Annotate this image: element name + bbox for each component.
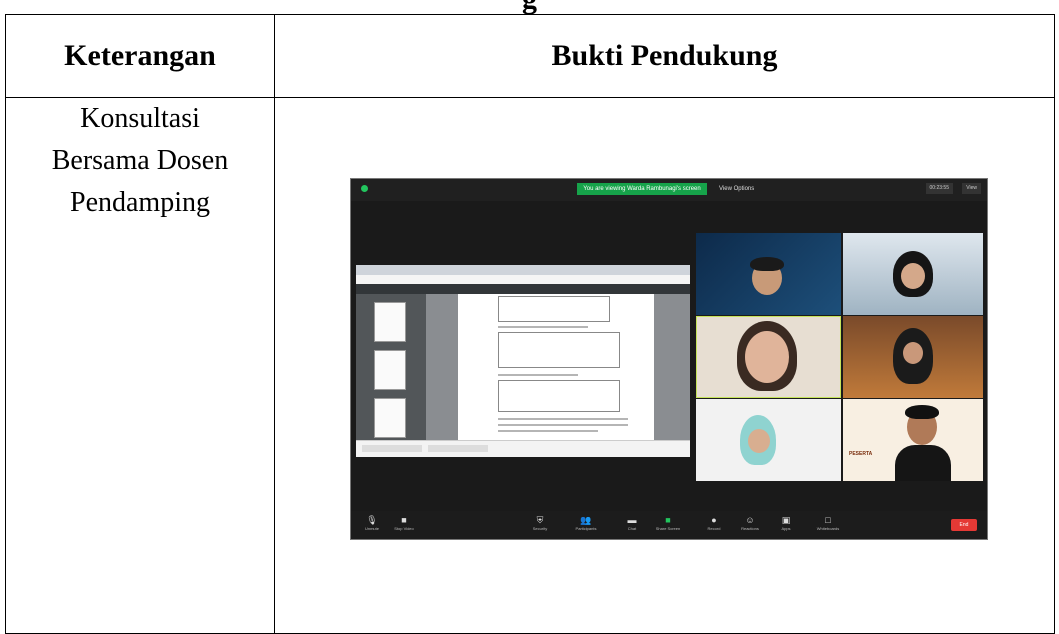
meeting-timer: 00:23:55 — [925, 183, 953, 194]
reaction-icon: ☺ — [745, 515, 755, 525]
participant-background-text: PESERTA — [849, 451, 873, 457]
participant-face — [903, 342, 923, 364]
video-camera-icon: ■ — [401, 515, 407, 525]
share-screen-icon: ■ — [665, 515, 671, 525]
share-screen-button[interactable]: ■ Share Screen — [655, 515, 681, 535]
zoom-top-bar: You are viewing Warda Rambunagi's screen… — [351, 179, 987, 201]
apps-button[interactable]: ▣ Apps — [773, 515, 799, 535]
pdf-viewer — [426, 294, 690, 441]
participant-face — [748, 429, 770, 453]
view-options-label: View Options — [719, 186, 755, 192]
pdf-thumbnail — [374, 350, 406, 390]
participant-tile — [696, 233, 841, 315]
pdf-text-line — [498, 424, 628, 426]
pdf-text-line — [498, 326, 588, 328]
reactions-button[interactable]: ☺ Reactions — [737, 515, 763, 535]
participant-tile — [843, 233, 983, 315]
unmute-button[interactable]: 🎙 Unmute — [359, 515, 385, 535]
microphone-muted-icon: 🎙 — [366, 515, 378, 525]
participant-face — [745, 331, 789, 383]
browser-tab-bar — [356, 265, 690, 275]
pdf-text-line — [498, 374, 578, 376]
keterangan-cell: Konsultasi Bersama Dosen Pendamping — [5, 97, 275, 634]
whiteboards-button[interactable]: □ Whiteboards — [815, 515, 841, 535]
stop-video-button[interactable]: ■ Stop Video — [391, 515, 417, 535]
chat-button[interactable]: ▬ Chat — [619, 515, 645, 535]
download-item — [362, 445, 422, 452]
pdf-text-line — [498, 418, 628, 420]
zoom-toolbar: 🎙 Unmute ■ Stop Video ⛨ Security 👥 Parti… — [351, 511, 987, 539]
chat-icon: ▬ — [627, 515, 637, 525]
shared-screen — [356, 265, 690, 457]
record-button[interactable]: ● Record — [701, 515, 727, 535]
download-item — [428, 445, 488, 452]
participant-tile — [843, 316, 983, 398]
bukti-cell: You are viewing Warda Rambunagi's screen… — [274, 97, 1055, 634]
screen-share-banner: You are viewing Warda Rambunagi's screen — [577, 183, 707, 195]
keterangan-line: Pendamping — [70, 187, 210, 218]
view-button: View — [962, 183, 981, 194]
security-shield-icon — [361, 185, 368, 192]
security-button[interactable]: ⛨ Security — [527, 515, 553, 535]
pdf-thumbnails — [356, 294, 426, 441]
pdf-table — [498, 332, 620, 368]
participant-tile: PESERTA — [843, 399, 983, 481]
participants-button[interactable]: 👥 Participants — [573, 515, 599, 535]
pdf-thumbnail — [374, 302, 406, 342]
whiteboard-icon: □ — [825, 515, 831, 525]
evidence-table: Keterangan Bukti Pendukung Konsultasi Be… — [5, 14, 1055, 634]
participant-face — [901, 263, 925, 289]
participant-shirt — [895, 445, 951, 481]
pdf-thumbnail — [374, 398, 406, 438]
pdf-text-line — [498, 430, 598, 432]
keterangan-line: Konsultasi — [80, 103, 200, 134]
active-speaker-tile — [696, 316, 841, 398]
record-icon: ● — [711, 515, 717, 525]
pdf-toolbar — [356, 284, 690, 294]
browser-downloads-bar — [356, 440, 690, 457]
participants-icon: 👥 — [580, 515, 592, 525]
pdf-table — [498, 296, 610, 322]
apps-icon: ▣ — [781, 515, 791, 525]
pdf-page — [458, 294, 654, 441]
participant-hair — [750, 257, 784, 271]
header-bukti-pendukung: Bukti Pendukung — [274, 14, 1055, 98]
participant-hair — [905, 405, 939, 419]
header-keterangan: Keterangan — [5, 14, 275, 98]
keterangan-line: Bersama Dosen — [51, 145, 229, 176]
zoom-meeting-screenshot: You are viewing Warda Rambunagi's screen… — [350, 178, 988, 540]
participant-tile — [696, 399, 841, 481]
end-meeting-button[interactable]: End — [951, 519, 977, 531]
pdf-table — [498, 380, 620, 412]
shield-icon: ⛨ — [536, 515, 544, 525]
